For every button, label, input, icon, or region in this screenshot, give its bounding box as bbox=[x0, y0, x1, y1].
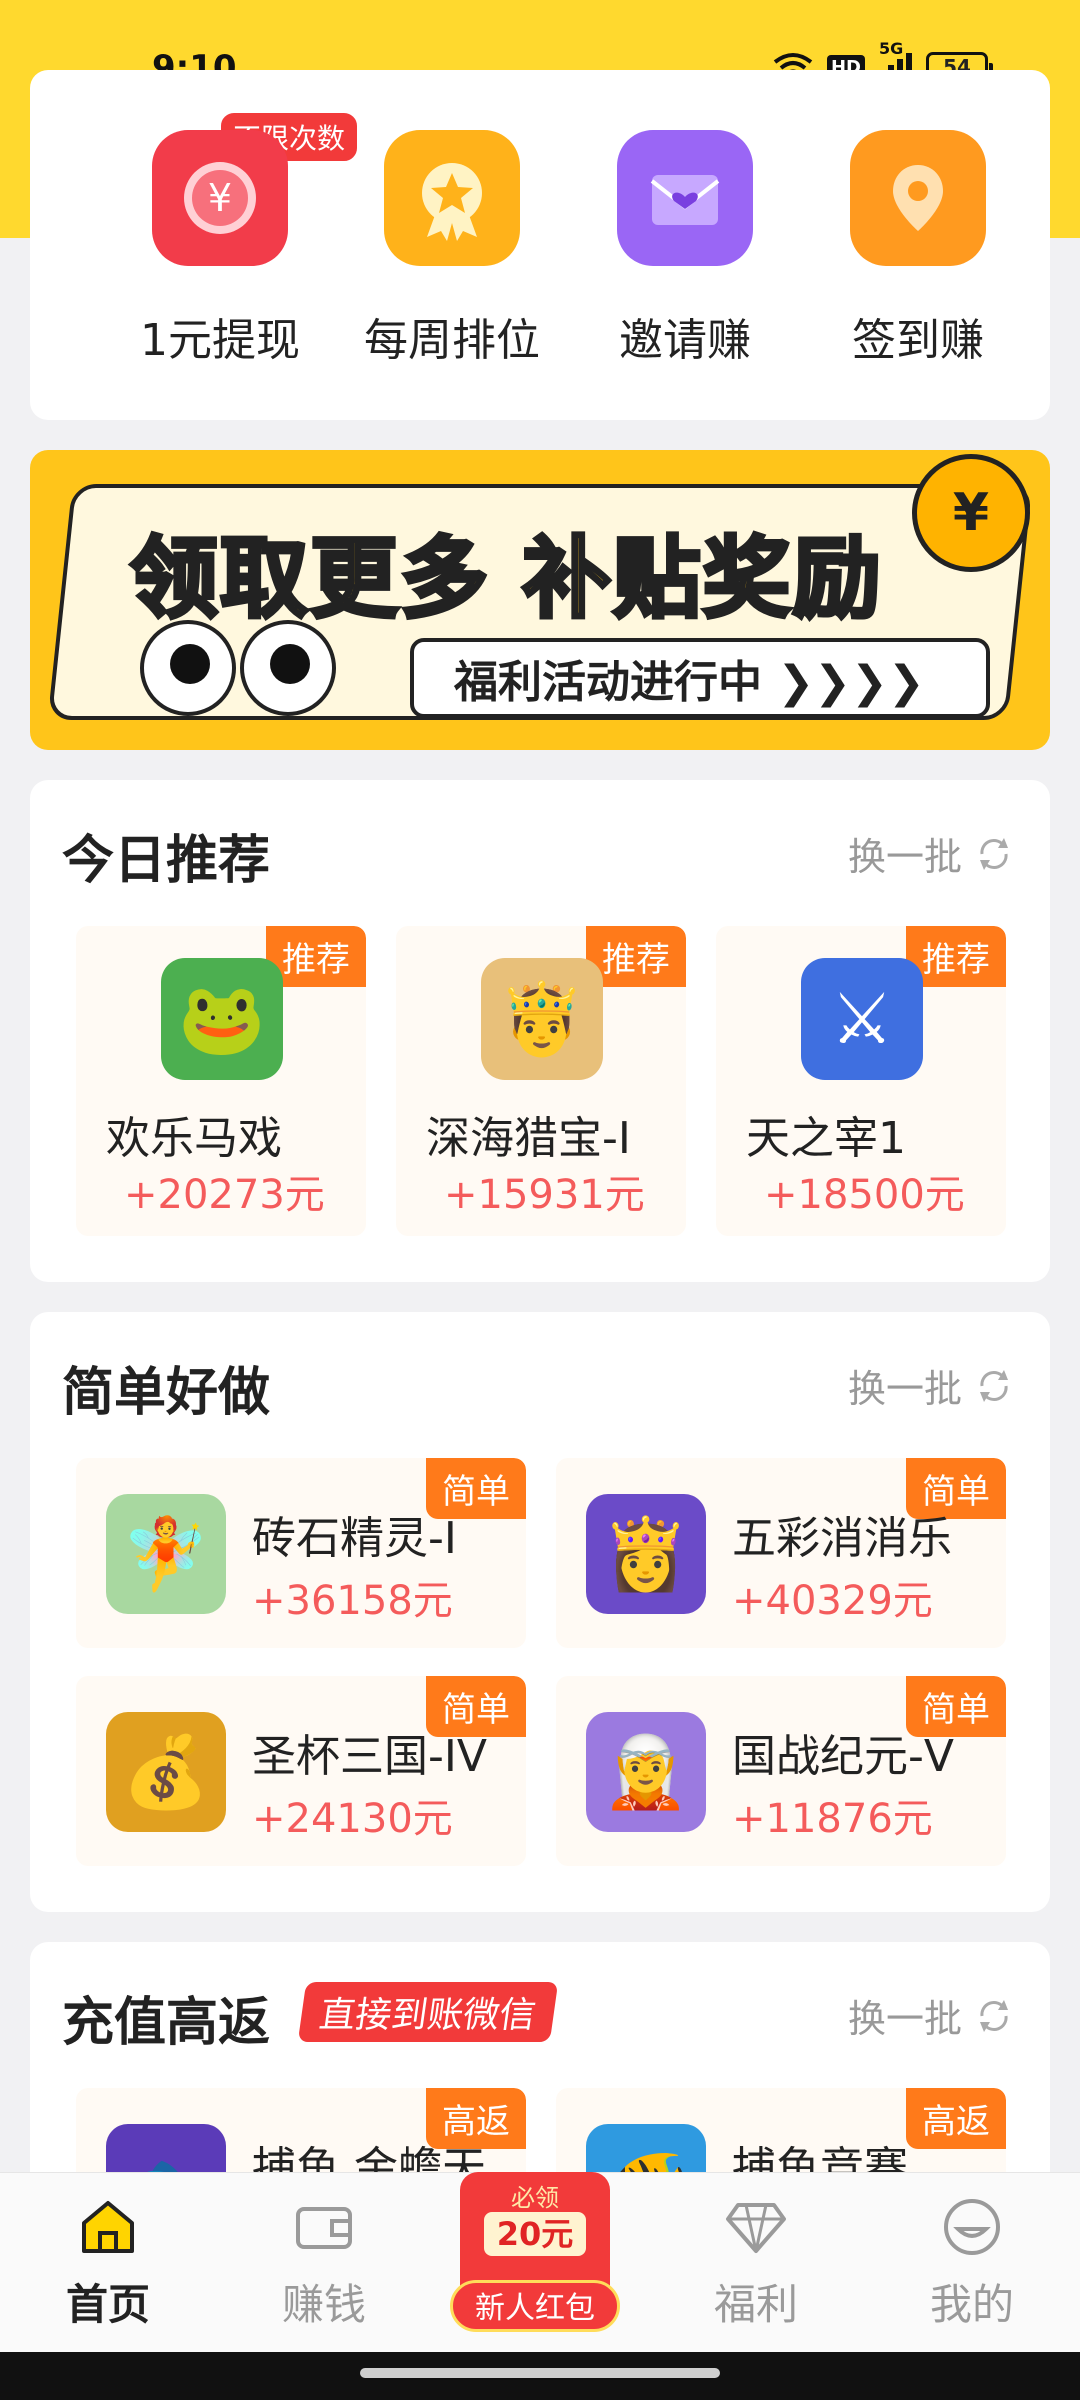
game-reward: +36158元 bbox=[252, 1578, 453, 1624]
game-icon: 🤴 bbox=[481, 958, 603, 1080]
game-name: 砖石精灵-I bbox=[252, 1513, 457, 1564]
yuan-icon: ¥ bbox=[152, 130, 288, 266]
svg-text:¥: ¥ bbox=[208, 176, 232, 220]
game-icon: 🧚 bbox=[106, 1494, 226, 1614]
task-card[interactable]: 简单 💰 圣杯三国-IV +24130元 bbox=[76, 1676, 526, 1866]
nav-mine[interactable]: 我的 bbox=[892, 2195, 1052, 2332]
diamond-icon bbox=[724, 2195, 788, 2259]
game-card[interactable]: 推荐 🐸 欢乐马戏 +20273元 bbox=[76, 926, 366, 1236]
task-card[interactable]: 简单 🧚 砖石精灵-I +36158元 bbox=[76, 1458, 526, 1648]
home-indicator[interactable] bbox=[360, 2368, 720, 2378]
game-name: 圣杯三国-IV bbox=[252, 1731, 487, 1782]
newcomer-redpacket-button[interactable]: 必领 20元 新人红包 bbox=[450, 2160, 620, 2350]
game-reward: +24130元 bbox=[252, 1796, 453, 1842]
game-name: 五彩消消乐 bbox=[732, 1513, 952, 1564]
today-recommend-section: 今日推荐 换一批 推荐 🐸 欢乐马戏 +20273元 推荐 🤴 深海猎宝-I +… bbox=[30, 780, 1050, 1282]
banner-title: 领取更多 补贴奖励 bbox=[128, 525, 883, 632]
section-title: 简单好做 bbox=[62, 1363, 271, 1423]
game-name: 天之宰1 bbox=[746, 1113, 906, 1164]
high-return-badge: 高返 bbox=[906, 2088, 1006, 2149]
wallet-icon bbox=[292, 2195, 356, 2259]
section-title: 今日推荐 bbox=[62, 831, 271, 891]
refresh-icon bbox=[980, 1999, 1008, 2032]
eye-icon bbox=[240, 620, 336, 716]
home-icon bbox=[76, 2195, 140, 2259]
nav-welfare[interactable]: 福利 bbox=[676, 2195, 836, 2332]
easy-tasks-section: 简单好做 换一批 简单 🧚 砖石精灵-I +36158元 简单 👸 五彩消消乐 … bbox=[30, 1312, 1050, 1912]
game-card[interactable]: 推荐 🤴 深海猎宝-I +15931元 bbox=[396, 926, 686, 1236]
task-card[interactable]: 简单 🧝 国战纪元-V +11876元 bbox=[556, 1676, 1006, 1866]
eyes-illustration bbox=[140, 620, 336, 716]
refresh-icon bbox=[980, 1369, 1008, 1402]
subsidy-banner[interactable]: 领取更多 补贴奖励 福利活动进行中 ❯❯❯❯ ¥ bbox=[30, 450, 1050, 750]
game-icon: 🐸 bbox=[161, 958, 283, 1080]
redpack-top-text: 必领 bbox=[511, 2184, 559, 2212]
section-title: 充值高返 bbox=[62, 1993, 271, 2053]
eye-icon bbox=[140, 620, 236, 716]
refresh-icon bbox=[980, 837, 1008, 870]
game-reward: +11876元 bbox=[732, 1796, 933, 1842]
quick-action-invite[interactable]: 邀请赚 bbox=[585, 130, 785, 368]
refresh-button[interactable]: 换一批 bbox=[848, 826, 1014, 881]
nav-earn[interactable]: 赚钱 bbox=[244, 2195, 404, 2332]
smile-face-icon bbox=[940, 2195, 1004, 2259]
quick-action-withdraw[interactable]: ¥ 1元提现 bbox=[120, 130, 320, 368]
quick-action-checkin[interactable]: 签到赚 bbox=[818, 130, 1018, 368]
task-card[interactable]: 简单 👸 五彩消消乐 +40329元 bbox=[556, 1458, 1006, 1648]
game-reward: +15931元 bbox=[444, 1172, 645, 1218]
nav-home[interactable]: 首页 bbox=[28, 2195, 188, 2332]
refresh-button[interactable]: 换一批 bbox=[848, 1358, 1014, 1413]
quick-actions-card: 不限次数 ¥ 1元提现 每周排位 邀请赚 签到赚 bbox=[30, 70, 1050, 420]
redpack-amount: 20元 bbox=[484, 2212, 586, 2256]
game-icon: ⚔ bbox=[801, 958, 923, 1080]
game-name: 欢乐马戏 bbox=[106, 1113, 282, 1164]
banner-subtitle: 福利活动进行中 ❯❯❯❯ bbox=[410, 638, 990, 718]
quick-action-weekly-rank[interactable]: 每周排位 bbox=[352, 130, 552, 368]
heart-envelope-icon bbox=[617, 130, 753, 266]
game-reward: +20273元 bbox=[124, 1172, 325, 1218]
location-pin-icon bbox=[850, 130, 986, 266]
redpack-label: 新人红包 bbox=[450, 2280, 620, 2332]
game-name: 国战纪元-V bbox=[732, 1731, 954, 1782]
game-card[interactable]: 推荐 ⚔ 天之宰1 +18500元 bbox=[716, 926, 1006, 1236]
game-icon: 🧝 bbox=[586, 1712, 706, 1832]
game-icon: 💰 bbox=[106, 1712, 226, 1832]
medal-icon bbox=[384, 130, 520, 266]
coin-icon: ¥ bbox=[912, 454, 1030, 572]
game-reward: +18500元 bbox=[764, 1172, 965, 1218]
refresh-button[interactable]: 换一批 bbox=[848, 1988, 1014, 2043]
game-icon: 👸 bbox=[586, 1494, 706, 1614]
wechat-direct-tag: 直接到账微信 bbox=[297, 1982, 559, 2042]
game-reward: +40329元 bbox=[732, 1578, 933, 1624]
game-name: 深海猎宝-I bbox=[426, 1113, 631, 1164]
